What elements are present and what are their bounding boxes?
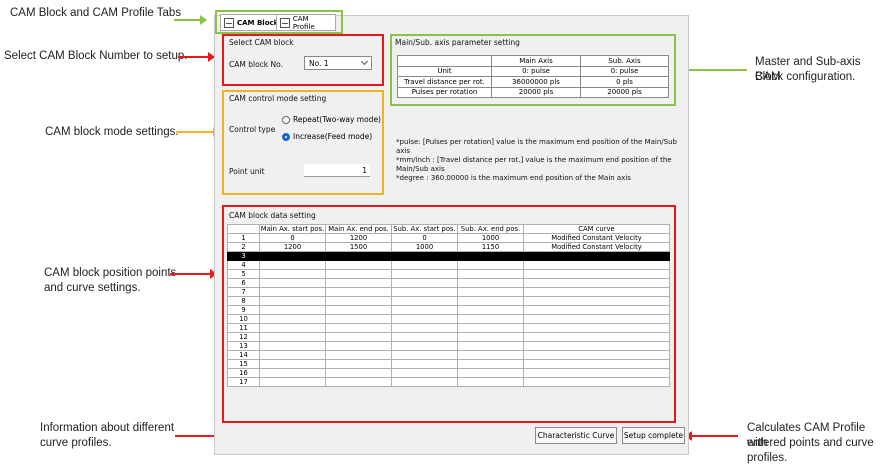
highlight-data <box>222 205 676 423</box>
arrow-calc <box>685 431 738 441</box>
setup-complete-button[interactable]: Setup complete <box>622 427 685 444</box>
arrow-tabs <box>174 15 207 25</box>
arrow-points <box>170 269 217 279</box>
arrow-mode <box>176 127 220 137</box>
annotation-block-no: Select CAM Block Number to setup. <box>4 50 188 62</box>
note-mm-line2: Main/Sub axis <box>396 165 445 173</box>
highlight-mode <box>222 90 384 195</box>
highlight-tabs <box>215 10 343 34</box>
annotation-info-1: Information about different <box>40 422 175 434</box>
note-mm-line1: *mm/inch : [Travel distance per rot.] va… <box>396 156 672 164</box>
annotation-points-2: and curve settings. <box>44 282 141 294</box>
arrow-block-no <box>178 52 215 62</box>
annotation-axis-2: Block configuration. <box>755 71 856 83</box>
highlight-select-block <box>222 34 384 86</box>
annotation-tabs: CAM Block and CAM Profile Tabs <box>10 7 182 19</box>
annotation-points-1: CAM block position points <box>44 267 177 279</box>
characteristic-curve-button[interactable]: Characteristic Curve <box>535 427 617 444</box>
note-pulse-line2: axis <box>396 147 411 155</box>
annotation-mode: CAM block mode settings. <box>45 126 179 138</box>
annotation-calc-3: profiles. <box>747 452 788 464</box>
annotation-info-2: curve profiles. <box>40 437 112 449</box>
note-pulse: *pulse: [Pulses per rotation] value is t… <box>396 138 677 183</box>
highlight-param <box>390 34 676 106</box>
annotation-calc-2: entered points and curve <box>747 437 874 449</box>
note-pulse-line1: *pulse: [Pulses per rotation] value is t… <box>396 138 677 146</box>
note-degree: *degree : 360.00000 is the maximum end p… <box>396 174 631 182</box>
